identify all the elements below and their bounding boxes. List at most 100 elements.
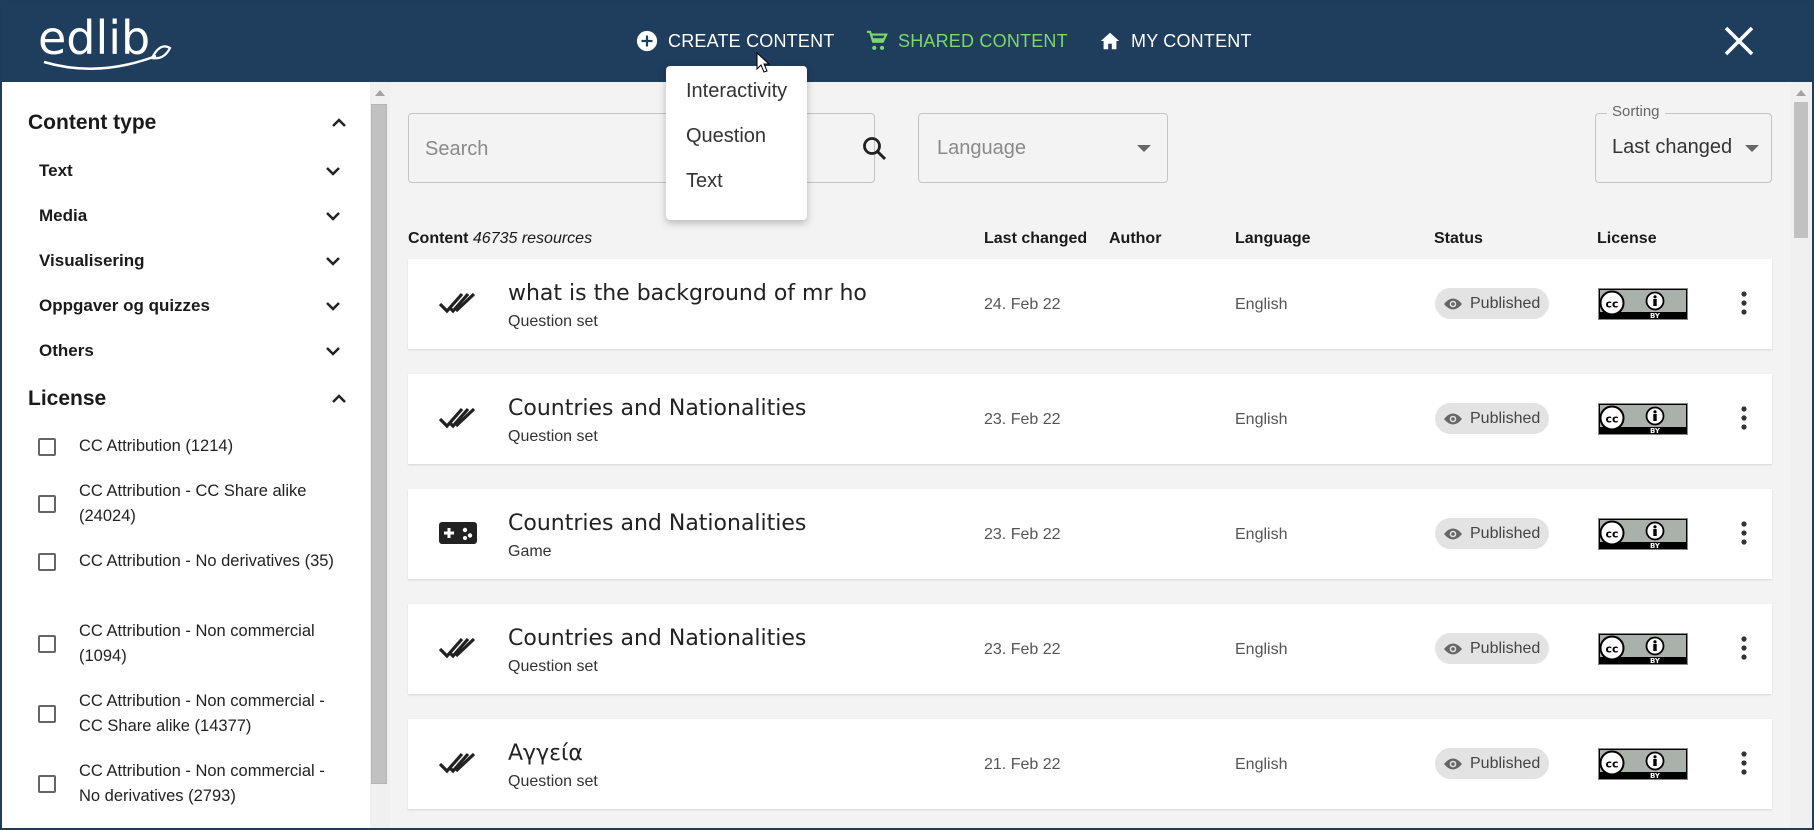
svg-text:cc: cc — [1605, 643, 1618, 656]
content-type: Question set — [508, 658, 598, 675]
license-option: CC Attribution - Non commercial - CC Sha… — [38, 689, 348, 739]
eye-icon — [1444, 413, 1462, 424]
content-title[interactable]: what is the background of mr ho — [508, 281, 867, 306]
filter-group-text[interactable]: Text — [39, 156, 342, 186]
license-checkbox[interactable] — [38, 775, 56, 793]
column-header-last-changed[interactable]: Last changed — [984, 230, 1087, 248]
cc-by-license-badge[interactable]: cc BY — [1598, 403, 1688, 435]
section-title: Content type — [28, 111, 157, 134]
sidebar-scrollbar[interactable] — [370, 82, 390, 828]
filter-group-oppgaver[interactable]: Oppgaver og quizzes — [39, 291, 342, 321]
status-badge: Published — [1435, 518, 1549, 549]
cc-by-license-badge[interactable]: cc BY — [1598, 518, 1688, 550]
edlib-logo[interactable]: edlib — [38, 12, 178, 74]
content-language: English — [1235, 411, 1288, 428]
filter-group-label: Others — [39, 341, 94, 360]
license-checkbox[interactable] — [38, 635, 56, 653]
more-vert-icon[interactable] — [1732, 519, 1756, 547]
filter-group-label: Visualisering — [39, 251, 145, 270]
status-badge: Published — [1435, 403, 1549, 434]
table-row[interactable]: what is the background of mr ho Question… — [408, 259, 1772, 349]
content-title[interactable]: Countries and Nationalities — [508, 511, 806, 536]
svg-text:edlib: edlib — [38, 12, 150, 65]
scroll-up-arrow-icon[interactable] — [1796, 90, 1806, 96]
filter-group-media[interactable]: Media — [39, 201, 342, 231]
license-checkbox[interactable] — [38, 552, 56, 571]
status-label: Published — [1470, 639, 1541, 657]
license-checkbox[interactable] — [38, 705, 56, 723]
sorting-select-value: Last changed — [1612, 136, 1733, 158]
cc-by-license-badge[interactable]: cc BY — [1598, 633, 1688, 665]
language-select-value: Language — [937, 137, 1026, 159]
license-checkbox[interactable] — [38, 437, 56, 456]
more-vert-icon[interactable] — [1732, 749, 1756, 777]
sorting-select[interactable]: Last changed — [1595, 113, 1772, 183]
filter-sidebar: Content type Text Media Visualisering Op… — [2, 82, 372, 828]
license-option-label: CC Attribution - No derivatives (35) — [79, 552, 334, 570]
more-vert-icon[interactable] — [1732, 634, 1756, 662]
table-row[interactable]: Countries and Nationalities Game 23. Feb… — [408, 489, 1772, 579]
filter-section-license[interactable]: License — [28, 383, 348, 415]
filter-group-visualisering[interactable]: Visualisering — [39, 246, 342, 276]
chevron-down-icon — [326, 302, 340, 311]
question-set-icon — [438, 752, 476, 774]
top-bar: edlib CREATE CONTENT SHARED CONTENT MY C… — [0, 0, 1814, 82]
close-icon[interactable] — [1720, 22, 1758, 60]
column-header-author[interactable]: Author — [1109, 230, 1161, 248]
scrollbar-thumb[interactable] — [1794, 102, 1808, 238]
license-checkbox[interactable] — [38, 495, 56, 513]
license-option-label: CC Attribution - Non commercial - No der… — [79, 762, 325, 805]
content-title[interactable]: Countries and Nationalities — [508, 396, 806, 421]
resource-count: 46735 resources — [472, 230, 593, 247]
menu-item-question[interactable]: Question — [666, 125, 807, 170]
table-row[interactable]: Countries and Nationalities Question set… — [408, 604, 1772, 694]
search-icon[interactable] — [862, 136, 888, 162]
status-label: Published — [1470, 754, 1541, 772]
menu-item-text[interactable]: Text — [666, 170, 807, 215]
nav-create-label: CREATE CONTENT — [668, 30, 835, 51]
table-row[interactable]: Countries and Nationalities Question set… — [408, 374, 1772, 464]
more-vert-icon[interactable] — [1732, 289, 1756, 317]
eye-icon — [1444, 298, 1462, 309]
more-vert-icon[interactable] — [1732, 404, 1756, 432]
license-option-label: CC Attribution - Non commercial (1094) — [79, 622, 315, 665]
content-title[interactable]: Αγγεία — [508, 741, 583, 766]
column-header-language[interactable]: Language — [1235, 230, 1311, 248]
cc-by-license-badge[interactable]: cc BY — [1598, 288, 1688, 320]
scrollbar-thumb[interactable] — [371, 104, 387, 784]
license-option: CC Attribution (1214) — [38, 434, 348, 459]
license-option: CC Attribution - CC Share alike (24024) — [38, 479, 348, 529]
chevron-up-icon — [332, 118, 346, 127]
question-set-icon — [438, 637, 476, 659]
column-header-status[interactable]: Status — [1434, 230, 1483, 248]
status-label: Published — [1470, 294, 1541, 312]
status-badge: Published — [1435, 633, 1549, 664]
content-type: Question set — [508, 313, 598, 330]
svg-text:cc: cc — [1605, 413, 1618, 426]
chevron-down-icon — [326, 257, 340, 266]
cc-by-license-badge[interactable]: cc BY — [1598, 748, 1688, 780]
column-header-license[interactable]: License — [1597, 230, 1657, 248]
filter-section-content-type[interactable]: Content type — [28, 107, 348, 139]
section-title: License — [28, 387, 107, 410]
content-type: Question set — [508, 428, 598, 445]
status-badge: Published — [1435, 288, 1549, 319]
menu-item-interactivity[interactable]: Interactivity — [666, 80, 807, 125]
language-select[interactable]: Language — [918, 113, 1168, 183]
last-changed-date: 23. Feb 22 — [984, 641, 1061, 658]
mouse-pointer-icon — [756, 52, 771, 73]
license-option: CC Attribution - Non commercial (1094) — [38, 619, 348, 669]
main-scrollbar[interactable] — [1790, 82, 1812, 828]
filter-group-others[interactable]: Others — [39, 336, 342, 366]
svg-text:BY: BY — [1650, 772, 1661, 780]
nav-my-content[interactable]: MY CONTENT — [1099, 0, 1252, 82]
nav-shared-content[interactable]: SHARED CONTENT — [866, 0, 1068, 82]
svg-text:BY: BY — [1650, 657, 1661, 665]
table-row[interactable]: Αγγεία Question set 21. Feb 22 English P… — [408, 719, 1772, 809]
nav-shared-label: SHARED CONTENT — [898, 30, 1068, 51]
scroll-up-arrow-icon[interactable] — [375, 90, 385, 96]
content-language: English — [1235, 641, 1288, 658]
content-language: English — [1235, 756, 1288, 773]
content-title[interactable]: Countries and Nationalities — [508, 626, 806, 651]
svg-text:BY: BY — [1650, 312, 1661, 320]
